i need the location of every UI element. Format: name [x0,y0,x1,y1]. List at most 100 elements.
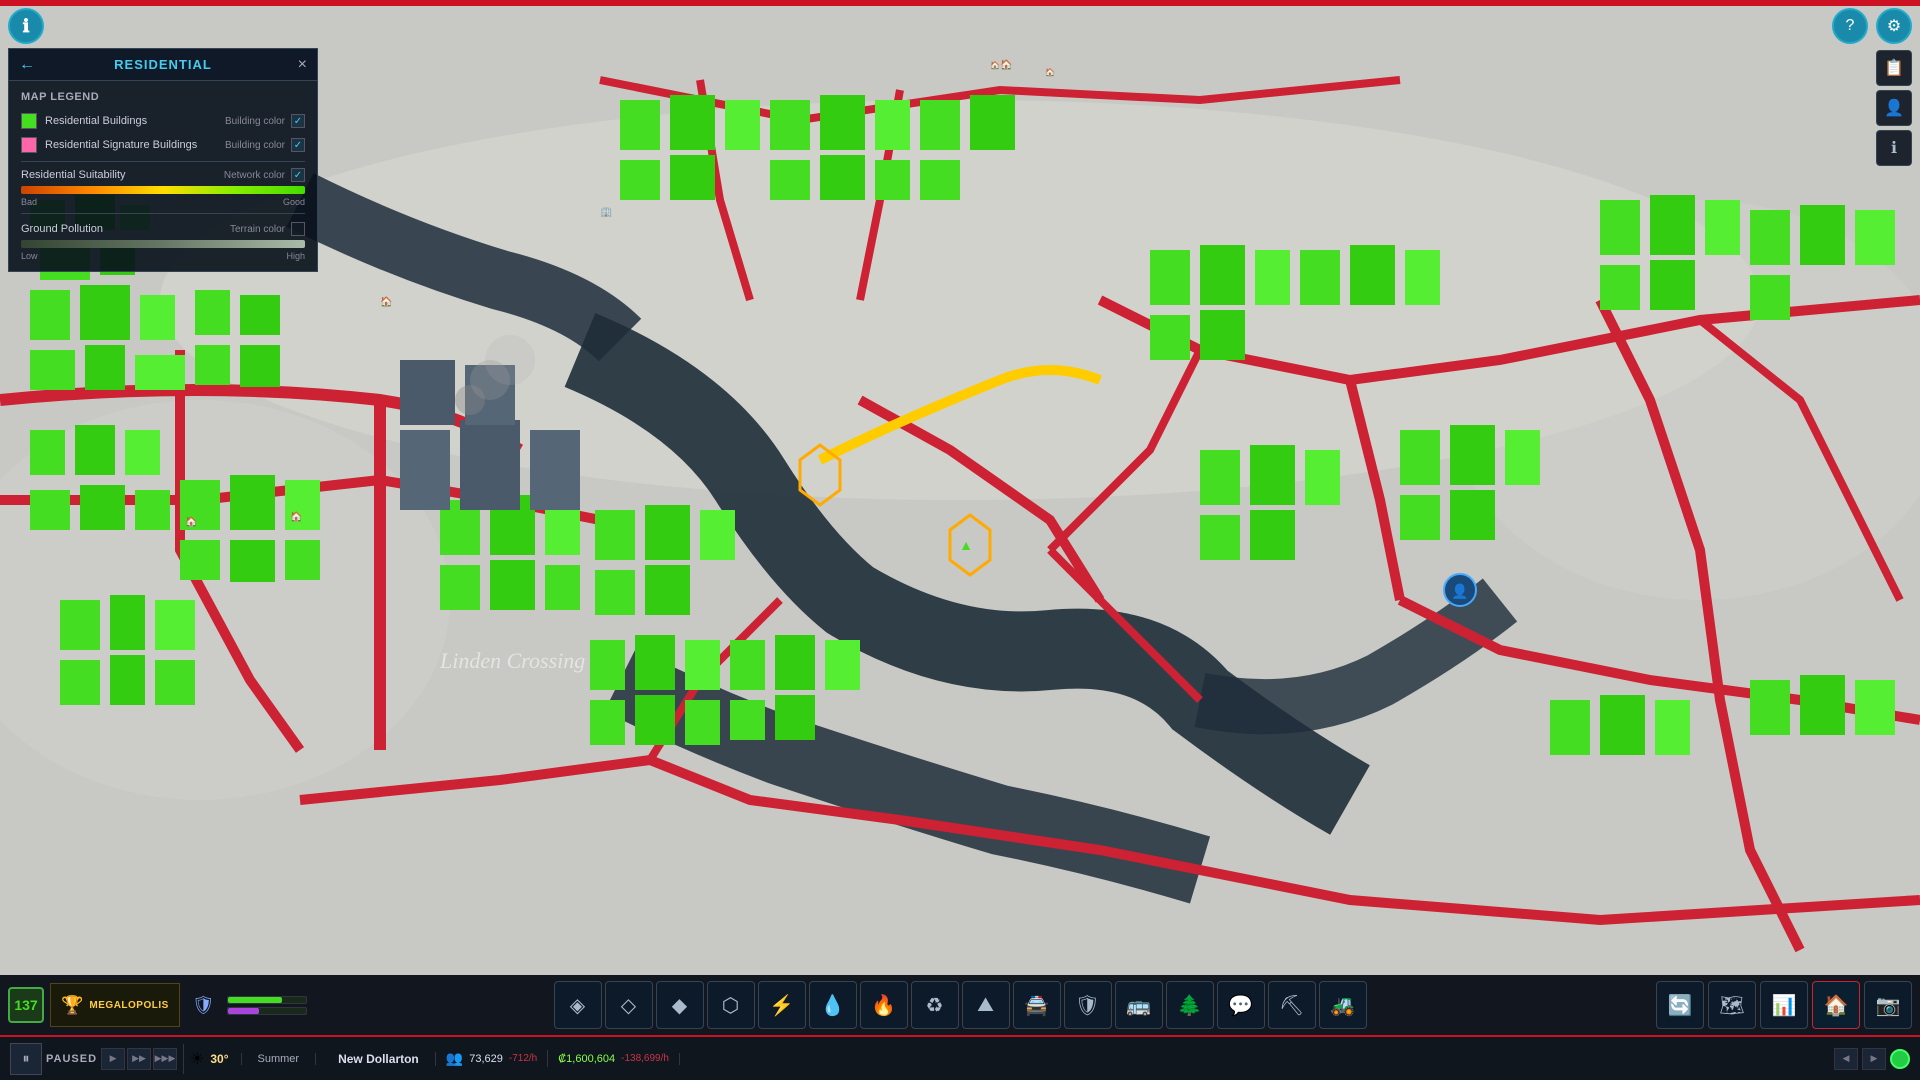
speed-2-button[interactable]: ▶▶ [127,1048,151,1070]
policy-section: 🛡 [184,983,223,1027]
pause-icon: ⏸ [23,1050,30,1067]
signature-buildings-checkbox[interactable]: ✓ [291,138,305,152]
suitability-type: Network color [224,170,285,181]
svg-text:🏢: 🏢 [600,206,612,218]
tool-agriculture[interactable]: 🚜 [1319,981,1367,1029]
tool-garbage[interactable]: ♻ [911,981,959,1029]
season-label: Summer [241,1053,317,1065]
settings-icon: ⚙ [1887,16,1901,36]
pollution-low-label: Low [21,251,38,261]
signature-buildings-label: Residential Signature Buildings [45,139,225,151]
tool-terrain[interactable]: ⛰ [962,981,1010,1029]
status-indicator [1890,1049,1910,1069]
toolbar-center: ◈ ◇ ◆ ⬡ ⚡ 💧 🔥 ♻ ⛰ 🚔 🛡 🚌 🌲 💬 ⛏ 🚜 [554,981,1367,1029]
help-icon: ? [1846,17,1855,35]
help-button[interactable]: ? [1832,8,1868,44]
svg-text:Linden Crossing: Linden Crossing [439,648,585,673]
population-icon: 👥 [446,1050,463,1067]
green-progress-fill [228,997,283,1003]
residential-buildings-type: Building color [225,116,285,127]
pollution-scale: Low High [21,251,305,261]
legend-row-signature-buildings: Residential Signature Buildings Building… [21,137,305,153]
city-level-number: 137 [14,997,37,1013]
residential-buildings-label: Residential Buildings [45,115,225,127]
svg-text:🏠: 🏠 [1045,68,1055,77]
tool-parks[interactable]: 🌲 [1166,981,1214,1029]
purple-progress-bar [227,1007,307,1015]
nav-prev-button[interactable]: ◀ [1834,1048,1858,1070]
tool-roads[interactable]: ⬡ [707,981,755,1029]
info-button[interactable]: ℹ [8,8,44,44]
tool-emergency[interactable]: 🛡 [1064,981,1112,1029]
info-icon: ℹ [23,16,30,37]
residential-buildings-checkbox[interactable]: ✓ [291,114,305,128]
pause-button[interactable]: ⏸ [10,1043,42,1075]
toolbar-left: 137 🏆 MEGALOPOLIS 🛡 [0,975,315,1035]
top-border [0,0,1920,6]
city-name: New Dollarton [322,1052,436,1066]
policy-icon: 🛡 [192,995,215,1016]
tool-progression[interactable]: 🔄 [1656,981,1704,1029]
speed-controls: ▶ ▶▶ ▶▶▶ [101,1048,177,1070]
svg-text:🏠: 🏠 [380,296,392,308]
pollution-high-label: High [286,251,305,261]
pollution-checkbox[interactable] [291,222,305,236]
toolbar-right: 🔄 🗺 📊 🏠 📷 [1648,975,1920,1035]
signature-buildings-type: Building color [225,140,285,151]
svg-text:👤: 👤 [1451,583,1468,600]
divider-2 [21,213,305,214]
progress-bars [227,996,307,1015]
money-value: ₡1,600,604 [558,1053,615,1065]
paused-label: PAUSED [46,1053,97,1065]
info-side-button[interactable]: ℹ [1876,130,1912,166]
tool-assets[interactable]: ◆ [656,981,704,1029]
tool-statistics[interactable]: 📊 [1760,981,1808,1029]
pollution-type: Terrain color [230,224,285,235]
settings-button[interactable]: ⚙ [1876,8,1912,44]
tool-signature[interactable]: ◇ [605,981,653,1029]
tool-residential-active[interactable]: 🏠 [1812,981,1860,1029]
weather-info: ☀ 30° [190,1049,229,1069]
top-right-buttons: ? ⚙ [1832,8,1912,44]
population-button[interactable]: 👤 [1876,90,1912,126]
toolbar: 137 🏆 MEGALOPOLIS 🛡 ◈ ◇ ◆ ⬡ [0,975,1920,1035]
svg-text:🏠: 🏠 [185,516,197,528]
money-change: -138,699/h [621,1053,669,1064]
speed-1-button[interactable]: ▶ [101,1048,125,1070]
temperature: 30° [210,1052,228,1066]
suitability-bad-label: Bad [21,197,37,207]
pollution-label: Ground Pollution [21,223,230,235]
bar-purple [227,1007,307,1015]
panel-close-button[interactable]: × [298,56,307,74]
tool-shovel[interactable]: ⛏ [1268,981,1316,1029]
nav-next-button[interactable]: ▶ [1862,1048,1886,1070]
sep-1 [183,1044,184,1074]
svg-text:🏠: 🏠 [990,61,1000,70]
right-status: ◀ ▶ [1834,1048,1910,1070]
population-change: -712/h [509,1053,537,1064]
suitability-label: Residential Suitability [21,169,224,181]
trophy-label: MEGALOPOLIS [89,1000,168,1011]
legend-title: MAP LEGEND [21,91,305,103]
suitability-good-label: Good [283,197,305,207]
tool-fire[interactable]: 🔥 [860,981,908,1029]
tool-zones[interactable]: ◈ [554,981,602,1029]
tool-photo[interactable]: 📷 [1864,981,1912,1029]
tool-communication[interactable]: 💬 [1217,981,1265,1029]
trophy-section: 🏆 MEGALOPOLIS [50,983,180,1027]
status-bar: ⏸ PAUSED ▶ ▶▶ ▶▶▶ ☀ 30° Summer New Dolla… [0,1035,1920,1080]
tool-electricity[interactable]: ⚡ [758,981,806,1029]
tool-map[interactable]: 🗺 [1708,981,1756,1029]
panel-title: RESIDENTIAL [114,57,212,72]
suitability-checkbox[interactable]: ✓ [291,168,305,182]
notification-button[interactable]: 📋 [1876,50,1912,86]
pollution-header: Ground Pollution Terrain color [21,222,305,236]
panel-back-button[interactable]: ← [19,56,35,74]
svg-text:🏠: 🏠 [1000,59,1012,71]
tool-water[interactable]: 💧 [809,981,857,1029]
speed-3-button[interactable]: ▶▶▶ [153,1048,177,1070]
population-value: 73,629 [469,1053,503,1065]
tool-police[interactable]: 🚔 [1013,981,1061,1029]
tool-transit[interactable]: 🚌 [1115,981,1163,1029]
green-progress-bar [227,996,307,1004]
